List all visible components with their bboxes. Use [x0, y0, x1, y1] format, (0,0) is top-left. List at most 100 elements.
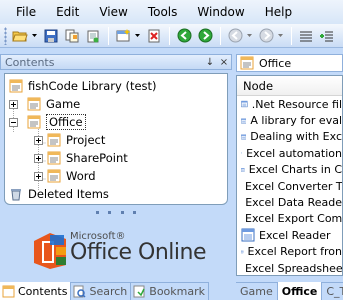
back-icon[interactable]	[174, 26, 194, 46]
folder-doc-icon	[47, 169, 61, 183]
tree-item-game[interactable]: Game	[9, 95, 80, 113]
library-tree: fishCode Library (test) Game Office Proj…	[4, 73, 228, 205]
document-pane-header: Office	[236, 54, 343, 72]
tree-label-sharepoint: SharePoint	[66, 151, 128, 165]
nav-disabled-icon[interactable]	[225, 26, 245, 46]
tree-item-root[interactable]: fishCode Library (test)	[9, 77, 157, 95]
menu-tools[interactable]: Tools	[148, 5, 178, 19]
expand-icon[interactable]	[34, 153, 43, 163]
list-item-label: Excel Reader	[259, 228, 331, 242]
doc-list-icon[interactable]	[296, 26, 316, 46]
list-item[interactable]: Excel Converter T	[237, 178, 342, 194]
list-item[interactable]: Excel Reader	[237, 227, 342, 243]
copy-icon[interactable]	[62, 26, 82, 46]
list-item[interactable]: .Net Resource fil	[237, 96, 342, 112]
tree-item-sharepoint[interactable]: SharePoint	[34, 149, 128, 167]
toolbar-grip[interactable]	[4, 26, 7, 45]
new-item-icon[interactable]	[113, 26, 133, 46]
open-folder-icon[interactable]	[10, 26, 30, 46]
document-pane: Office Node .Net Resource fil A library f…	[236, 51, 343, 300]
document-icon	[241, 168, 245, 172]
list-item[interactable]: Excel Export Com	[237, 211, 342, 227]
document-tabs: Game Office C_To	[236, 282, 343, 300]
list-item-label: Excel Report fron	[247, 245, 342, 259]
menu-bar: File Edit View Tools Window Help	[0, 0, 343, 24]
list-item[interactable]: Excel Spreadshee	[237, 260, 343, 275]
menu-view[interactable]: View	[99, 5, 127, 19]
doc-add-icon[interactable]	[317, 26, 337, 46]
tree-label-office: Office	[46, 114, 86, 130]
list-item[interactable]: Excel Charts in C	[237, 162, 342, 178]
tree-label-root: fishCode Library (test)	[28, 79, 157, 93]
document-pane-title: Office	[259, 56, 292, 70]
logo-product-text: Office Online	[70, 240, 207, 265]
contents-pane: Contents ↓ × fishCode Library (test) Gam…	[0, 51, 232, 300]
folder-doc-icon	[240, 56, 254, 70]
menu-file[interactable]: File	[16, 5, 36, 19]
close-icon[interactable]: ×	[217, 55, 231, 69]
save-icon[interactable]	[41, 26, 61, 46]
tab-game[interactable]: Game	[236, 282, 278, 300]
office-online-logo[interactable]: Microsoft® Office Online	[32, 231, 222, 271]
tab-search-label: Search	[89, 285, 128, 298]
list-item-label: A library for eval	[250, 114, 342, 128]
list-item-label: Excel Converter T	[245, 179, 343, 193]
nav-disabled-icon[interactable]	[256, 26, 276, 46]
menu-help[interactable]: Help	[265, 5, 292, 19]
list-item[interactable]: Excel Data Reade	[237, 194, 342, 210]
list-item[interactable]: A library for eval	[237, 112, 342, 128]
dropdown-arrow-icon[interactable]	[31, 26, 38, 46]
document-icon	[241, 134, 247, 140]
pane-splitter[interactable]	[96, 209, 136, 215]
tree-item-project[interactable]: Project	[34, 131, 105, 149]
office-logo-icon	[34, 233, 66, 269]
folder-doc-icon	[27, 115, 41, 129]
list-item[interactable]: Excel automation	[237, 145, 342, 161]
contents-icon	[2, 285, 15, 297]
list-item-label: Excel Data Reade	[245, 196, 342, 210]
node-list: Node .Net Resource fil A library for eval…	[236, 75, 343, 276]
tree-label-project: Project	[66, 133, 106, 147]
recycle-bin-icon	[11, 189, 21, 201]
list-item[interactable]: Dealing with Exc	[237, 129, 342, 145]
tree-item-deleted[interactable]: Deleted Items	[9, 185, 109, 203]
pin-icon[interactable]: ↓	[203, 55, 217, 69]
column-header-node[interactable]: Node	[237, 76, 342, 96]
dropdown-arrow-icon[interactable]	[277, 26, 284, 46]
contents-pane-header: Contents ↓ ×	[0, 54, 232, 70]
dropdown-arrow-icon[interactable]	[246, 26, 253, 46]
list-item-label: Excel automation	[246, 146, 342, 160]
collapse-icon[interactable]	[9, 117, 18, 127]
paste-icon[interactable]	[83, 26, 103, 46]
dropdown-arrow-icon[interactable]	[134, 26, 141, 46]
toolbar-separator	[220, 26, 221, 45]
tab-office[interactable]: Office	[277, 282, 323, 300]
library-icon	[9, 79, 23, 93]
tree-item-office[interactable]: Office	[9, 113, 86, 131]
list-item-label: Dealing with Exc	[250, 130, 342, 144]
left-pane-tabs: Contents Search Bookmark	[0, 282, 232, 300]
tab-search[interactable]: Search	[71, 282, 132, 300]
expand-icon[interactable]	[9, 99, 18, 109]
delete-icon[interactable]	[144, 26, 164, 46]
tab-bookmark-label: Bookmark	[149, 285, 206, 298]
folder-doc-icon	[47, 151, 61, 165]
expand-icon[interactable]	[34, 135, 43, 145]
forward-icon[interactable]	[195, 26, 215, 46]
tab-c-to[interactable]: C_To	[322, 282, 343, 300]
list-item-label: Excel Export Com	[245, 212, 343, 226]
expand-icon[interactable]	[34, 171, 43, 181]
menu-edit[interactable]: Edit	[56, 5, 79, 19]
tab-bookmark[interactable]: Bookmark	[131, 282, 210, 300]
menu-window[interactable]: Window	[197, 5, 244, 19]
list-item-label: Excel Spreadshee	[245, 261, 343, 275]
contents-pane-title: Contents	[5, 55, 55, 69]
bookmark-icon	[133, 285, 145, 298]
tab-contents[interactable]: Contents	[0, 282, 72, 300]
tree-item-word[interactable]: Word	[34, 167, 96, 185]
list-item[interactable]: Excel Report fron	[237, 244, 342, 260]
tree-label-word: Word	[66, 169, 96, 183]
document-icon	[241, 250, 244, 253]
document-icon	[241, 118, 247, 124]
tab-contents-label: Contents	[18, 284, 68, 298]
